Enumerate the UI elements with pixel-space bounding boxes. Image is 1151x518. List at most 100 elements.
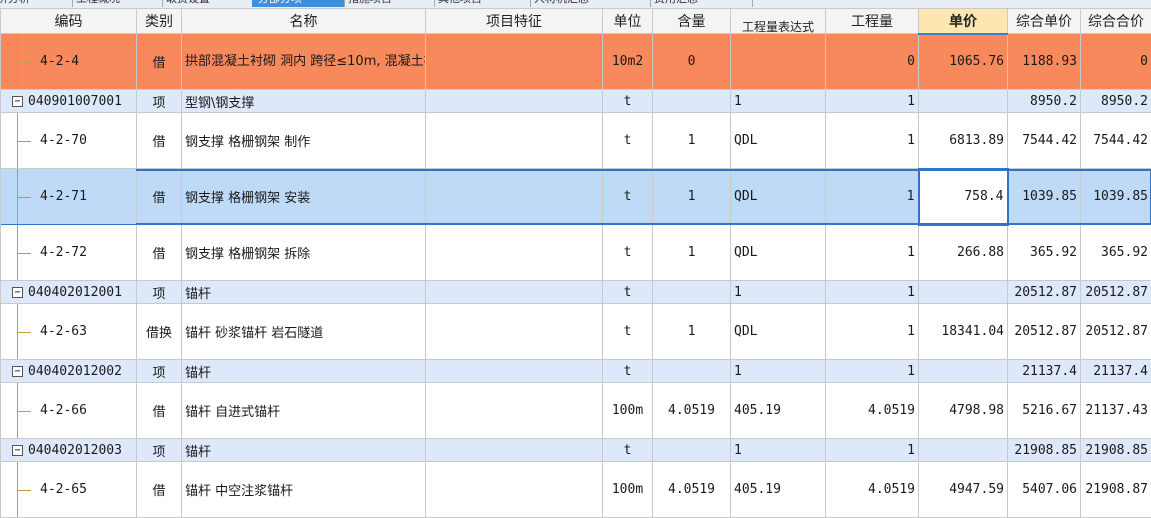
col-header-unit-price[interactable]: 单价	[919, 9, 1008, 34]
name-cell[interactable]: 锚杆	[182, 360, 426, 383]
feature-cell[interactable]	[426, 462, 603, 518]
module-tab[interactable]: 造价分析	[0, 0, 73, 7]
bill-item-row[interactable]: −040402012003项锚杆t1121908.8521908.85	[1, 439, 1151, 462]
col-header-composite-total[interactable]: 综合合价	[1081, 9, 1151, 34]
unit-cell[interactable]: t	[603, 113, 653, 169]
module-tab[interactable]: 分部分项	[252, 0, 345, 7]
feature-cell[interactable]	[426, 113, 603, 169]
code-cell[interactable]: −040402012001	[1, 281, 137, 304]
unit-price-cell[interactable]: 1065.76	[919, 34, 1008, 90]
content-cell[interactable]: 1	[653, 169, 731, 225]
category-cell[interactable]: 借	[137, 225, 182, 281]
category-cell[interactable]: 借	[137, 383, 182, 439]
quantity-cell[interactable]: 1	[826, 439, 919, 462]
qty-expression-cell[interactable]	[731, 34, 826, 90]
code-cell[interactable]: −040402012003	[1, 439, 137, 462]
unit-price-cell[interactable]	[919, 90, 1008, 113]
code-cell[interactable]: −040901007001	[1, 90, 137, 113]
qty-expression-cell[interactable]: QDL	[731, 225, 826, 281]
quantity-cell[interactable]: 1	[826, 113, 919, 169]
col-header-quantity[interactable]: 工程量	[826, 9, 919, 34]
collapse-icon[interactable]: −	[12, 287, 23, 298]
quantity-cell[interactable]: 4.0519	[826, 383, 919, 439]
content-cell[interactable]: 1	[653, 113, 731, 169]
content-cell[interactable]: 1	[653, 304, 731, 360]
quota-row[interactable]: 4-2-72借钢支撑 格栅钢架 拆除t1QDL1266.88365.92365.…	[1, 225, 1151, 281]
category-cell[interactable]: 借	[137, 113, 182, 169]
name-cell[interactable]: 锚杆 砂浆锚杆 岩石隧道	[182, 304, 426, 360]
code-cell[interactable]: 4-2-66	[1, 383, 137, 439]
unit-cell[interactable]: t	[603, 439, 653, 462]
name-cell[interactable]: 锚杆	[182, 281, 426, 304]
category-cell[interactable]: 项	[137, 90, 182, 113]
content-cell[interactable]	[653, 281, 731, 304]
module-tab[interactable]: 人材机汇总	[528, 0, 651, 7]
qty-expression-cell[interactable]: QDL	[731, 113, 826, 169]
quota-row[interactable]: 4-2-63借换锚杆 砂浆锚杆 岩石隧道t1QDL118341.0420512.…	[1, 304, 1151, 360]
unit-cell[interactable]: 10m2	[603, 34, 653, 90]
code-cell[interactable]: 4-2-65	[1, 462, 137, 518]
quantity-cell[interactable]: 1	[826, 225, 919, 281]
qty-expression-cell[interactable]: QDL	[731, 304, 826, 360]
quantity-cell[interactable]: 1	[826, 90, 919, 113]
unit-price-cell[interactable]	[919, 281, 1008, 304]
quota-row[interactable]: 4-2-4借拱部混凝土衬砌 洞内 跨径≤10m, 混凝土衬砌 模板10m2001…	[1, 34, 1151, 90]
code-cell[interactable]: 4-2-63	[1, 304, 137, 360]
col-header-category[interactable]: 类别	[137, 9, 182, 34]
qty-expression-cell[interactable]: 1	[731, 281, 826, 304]
category-cell[interactable]: 项	[137, 439, 182, 462]
category-cell[interactable]: 借	[137, 34, 182, 90]
name-cell[interactable]: 型钢\钢支撑	[182, 90, 426, 113]
unit-cell[interactable]: 100m	[603, 462, 653, 518]
content-cell[interactable]: 4.0519	[653, 383, 731, 439]
feature-cell[interactable]	[426, 34, 603, 90]
code-cell[interactable]: 4-2-70	[1, 113, 137, 169]
quantity-cell[interactable]: 1	[826, 281, 919, 304]
module-tab[interactable]: 工程概况	[70, 0, 163, 7]
unit-price-cell[interactable]: 4798.98	[919, 383, 1008, 439]
unit-cell[interactable]: 100m	[603, 383, 653, 439]
quantity-cell[interactable]: 1	[826, 304, 919, 360]
name-cell[interactable]: 钢支撑 格栅钢架 安装	[182, 169, 426, 225]
content-cell[interactable]: 1	[653, 225, 731, 281]
content-cell[interactable]	[653, 360, 731, 383]
category-cell[interactable]: 项	[137, 281, 182, 304]
col-header-unit[interactable]: 单位	[603, 9, 653, 34]
feature-cell[interactable]	[426, 304, 603, 360]
unit-cell[interactable]: t	[603, 360, 653, 383]
feature-cell[interactable]	[426, 225, 603, 281]
qty-expression-cell[interactable]: 405.19	[731, 462, 826, 518]
bill-item-row[interactable]: −040402012002项锚杆t1121137.421137.4	[1, 360, 1151, 383]
content-cell[interactable]: 0	[653, 34, 731, 90]
category-cell[interactable]: 借	[137, 169, 182, 225]
qty-expression-cell[interactable]: 405.19	[731, 383, 826, 439]
quantity-cell[interactable]: 4.0519	[826, 462, 919, 518]
collapse-icon[interactable]: −	[12, 96, 23, 107]
collapse-icon[interactable]: −	[12, 366, 23, 377]
module-tab[interactable]: 取费设置	[160, 0, 255, 7]
qty-expression-cell[interactable]: 1	[731, 439, 826, 462]
col-header-qty-expression[interactable]: 工程量表达式	[731, 9, 826, 34]
unit-price-cell[interactable]: 266.88	[919, 225, 1008, 281]
quota-row[interactable]: 4-2-70借钢支撑 格栅钢架 制作t1QDL16813.897544.4275…	[1, 113, 1151, 169]
feature-cell[interactable]	[426, 383, 603, 439]
quota-row[interactable]: 4-2-65借锚杆 中空注浆锚杆100m4.0519405.194.051949…	[1, 462, 1151, 518]
category-cell[interactable]: 借换	[137, 304, 182, 360]
col-header-code[interactable]: 编码	[1, 9, 137, 34]
unit-price-cell[interactable]: 18341.04	[919, 304, 1008, 360]
unit-price-cell[interactable]: 4947.59	[919, 462, 1008, 518]
col-header-composite-unit-price[interactable]: 综合单价	[1008, 9, 1081, 34]
name-cell[interactable]: 锚杆 中空注浆锚杆	[182, 462, 426, 518]
quantity-cell[interactable]: 1	[826, 360, 919, 383]
content-cell[interactable]: 4.0519	[653, 462, 731, 518]
collapse-icon[interactable]: −	[12, 445, 23, 456]
category-cell[interactable]: 项	[137, 360, 182, 383]
unit-cell[interactable]: t	[603, 169, 653, 225]
feature-cell[interactable]	[426, 90, 603, 113]
unit-cell[interactable]: t	[603, 225, 653, 281]
content-cell[interactable]	[653, 90, 731, 113]
name-cell[interactable]: 钢支撑 格栅钢架 拆除	[182, 225, 426, 281]
bill-item-row[interactable]: −040402012001项锚杆t1120512.8720512.87	[1, 281, 1151, 304]
name-cell[interactable]: 钢支撑 格栅钢架 制作	[182, 113, 426, 169]
content-cell[interactable]	[653, 439, 731, 462]
